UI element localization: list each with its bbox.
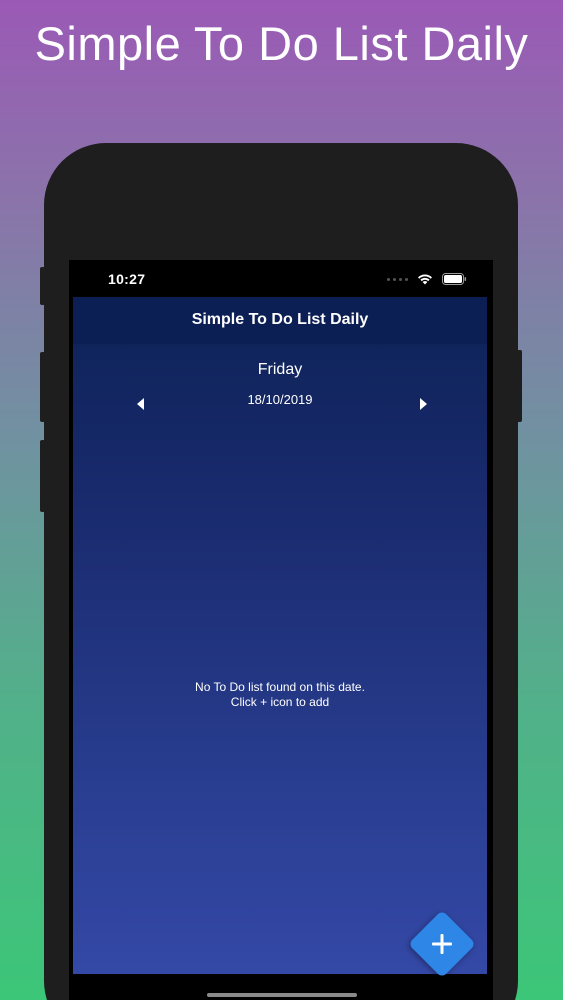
plus-icon[interactable] [422, 924, 462, 964]
nav-title: Simple To Do List Daily [191, 311, 369, 328]
app-screen: Simple To Do List Daily Friday 18/10/201… [73, 297, 487, 978]
battery-icon [442, 273, 467, 285]
empty-message-line1: No To Do list found on this date. [195, 680, 365, 694]
home-indicator[interactable] [207, 993, 357, 997]
phone-power-button [517, 350, 522, 422]
status-icons [387, 271, 467, 287]
wifi-icon [418, 274, 432, 285]
navbar: Simple To Do List Daily [73, 297, 487, 344]
signal-icon [387, 277, 408, 281]
triangle-right-icon[interactable] [413, 396, 433, 412]
day-label: Friday [257, 361, 303, 378]
triangle-left-icon[interactable] [131, 396, 151, 412]
status-bar: 10:27 [69, 260, 493, 297]
empty-message-line2: Click + icon to add [230, 695, 330, 709]
phone-screen: 10:27 Simple To Do List Daily Friday 18/… [69, 260, 493, 1000]
phone-volume-down [40, 440, 45, 512]
promo-title: Simple To Do List Daily [34, 17, 529, 70]
phone-volume-up [40, 352, 45, 422]
status-time: 10:27 [108, 271, 146, 287]
empty-message: No To Do list found on this date. Click … [73, 680, 487, 710]
phone-silent-switch [40, 267, 45, 305]
